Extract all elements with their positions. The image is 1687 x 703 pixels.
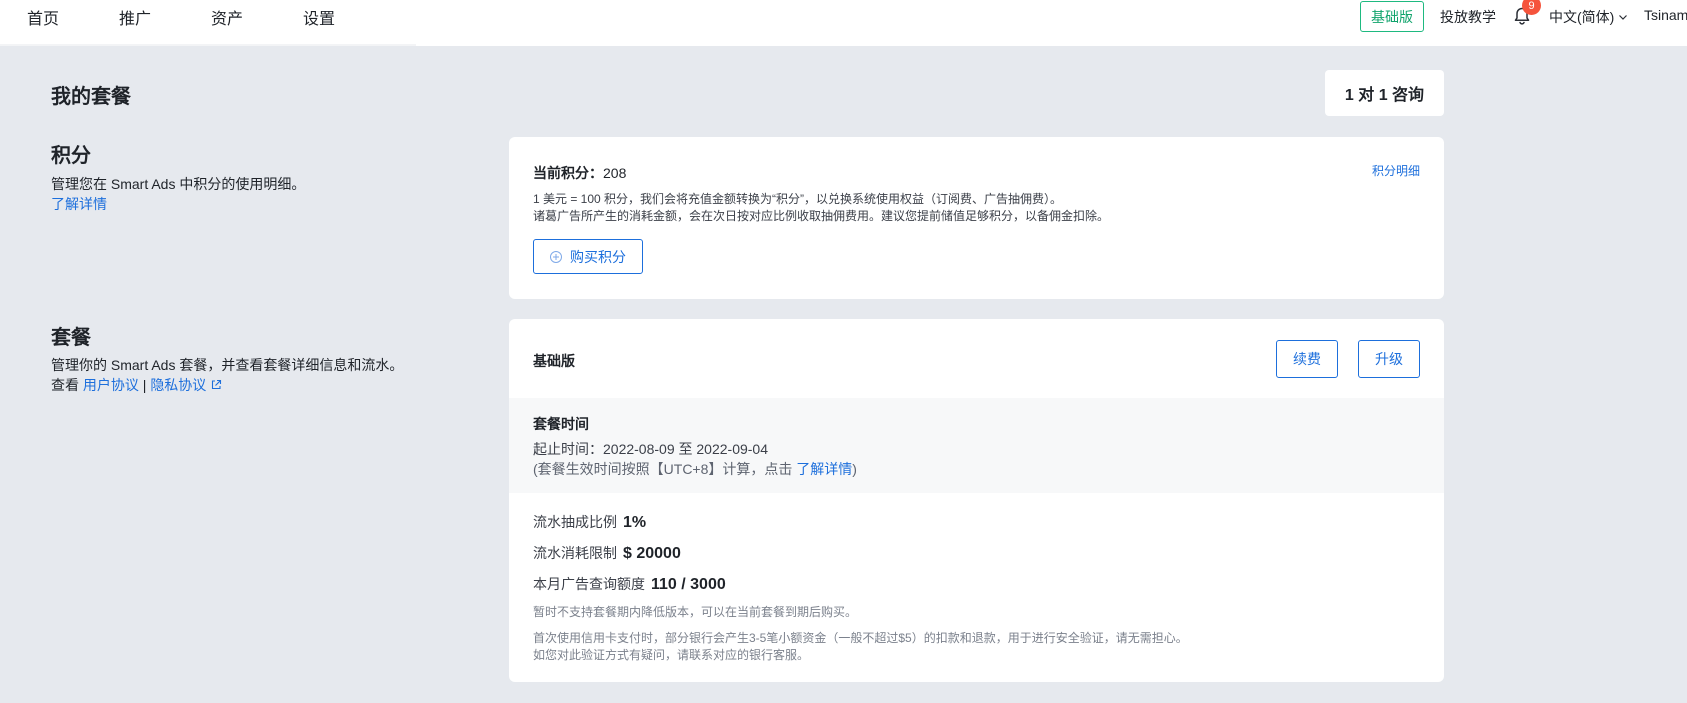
privacy-policy-link[interactable]: 隐私协议: [150, 377, 222, 393]
link-separator: |: [142, 377, 147, 393]
commission-rate: 流水抽成比例 1%: [533, 512, 646, 532]
points-desc-text: 管理您在 Smart Ads 中积分的使用明细。: [51, 176, 306, 192]
spend-limit-label: 流水消耗限制: [533, 545, 617, 561]
time-note-prefix: (套餐生效时间按照【UTC+8】计算，点击: [533, 461, 793, 477]
ad-query-quota: 本月广告查询额度 110 / 3000: [533, 574, 726, 594]
points-detail-link[interactable]: 积分明细: [1372, 162, 1420, 179]
commission-label: 流水抽成比例: [533, 514, 617, 530]
bank-contact-note: 如您对此验证方式有疑问，请联系对应的银行客服。: [533, 648, 810, 662]
user-name[interactable]: Tsinam: [1644, 7, 1687, 23]
points-learn-more-link[interactable]: 了解详情: [51, 194, 305, 214]
time-note-learn-more-link[interactable]: 了解详情: [796, 461, 852, 477]
points-section-title: 积分: [51, 145, 91, 167]
time-range-value: 2022-08-09 至 2022-09-04: [603, 441, 769, 457]
points-info-line-1: 1 美元 = 100 积分，我们会将充值金额转换为“积分”，以兑换系统使用权益（…: [533, 192, 1063, 206]
view-prefix: 查看: [51, 377, 79, 393]
buy-points-label: 购买积分: [570, 248, 626, 265]
plan-card: 基础版 续费 升级 套餐时间 起止时间：2022-08-09 至 2022-09…: [509, 319, 1444, 682]
plan-time-block: 套餐时间 起止时间：2022-08-09 至 2022-09-04 (套餐生效时…: [509, 398, 1444, 493]
plus-circle-icon: [550, 250, 562, 263]
buy-points-button[interactable]: 购买积分: [533, 239, 643, 274]
renew-button[interactable]: 续费: [1276, 340, 1338, 378]
top-navigation-bar: 首页 推广 资产 设置 基础版 投放教学 9 中文(简体) Tsinam: [0, 0, 1687, 46]
plan-name: 基础版: [533, 353, 575, 369]
nav-home[interactable]: 首页: [27, 5, 59, 29]
agreement-links: 查看 用户协议 | 隐私协议: [51, 375, 403, 395]
chevron-down-icon: [1619, 15, 1628, 20]
query-label: 本月广告查询额度: [533, 576, 645, 592]
upgrade-button[interactable]: 升级: [1358, 340, 1420, 378]
plan-time-range: 起止时间：2022-08-09 至 2022-09-04: [533, 439, 768, 459]
consult-button[interactable]: 1 对 1 咨询: [1325, 70, 1444, 116]
spend-limit-value: $ 20000: [623, 545, 681, 562]
nav-promotion[interactable]: 推广: [119, 5, 151, 29]
commission-value: 1%: [623, 514, 647, 531]
spend-limit: 流水消耗限制 $ 20000: [533, 543, 681, 563]
notification-count-badge: 9: [1522, 0, 1541, 15]
nav-divider: [0, 44, 416, 46]
nav-assets[interactable]: 资产: [211, 5, 243, 29]
points-card: 当前积分：208 积分明细 1 美元 = 100 积分，我们会将充值金额转换为“…: [509, 137, 1444, 299]
nav-settings[interactable]: 设置: [303, 5, 335, 29]
plan-badge[interactable]: 基础版: [1360, 1, 1424, 32]
current-points: 当前积分：208: [533, 163, 626, 183]
plan-time-title: 套餐时间: [533, 416, 589, 432]
time-note-suffix: ): [852, 461, 857, 477]
downgrade-note: 暂时不支持套餐期内降低版本，可以在当前套餐到期后购买。: [533, 605, 858, 619]
points-info-line-2: 诸葛广告所产生的消耗金额，会在次日按对应比例收取抽佣费用。建议您提前储值足够积分…: [533, 209, 1110, 223]
plan-time-note: (套餐生效时间按照【UTC+8】计算，点击 了解详情): [533, 459, 857, 479]
time-range-label: 起止时间：: [533, 441, 603, 457]
points-section-desc: 管理您在 Smart Ads 中积分的使用明细。 了解详情: [51, 174, 305, 214]
plan-section-desc: 管理你的 Smart Ads 套餐，并查看套餐详细信息和流水。 查看 用户协议 …: [51, 355, 403, 395]
user-agreement-link[interactable]: 用户协议: [83, 377, 139, 393]
privacy-policy-label: 隐私协议: [150, 377, 207, 393]
language-selector[interactable]: 中文(简体): [1549, 7, 1628, 27]
page-title: 我的套餐: [51, 86, 131, 108]
query-value: 110 / 3000: [651, 576, 726, 593]
plan-desc-text: 管理你的 Smart Ads 套餐，并查看套餐详细信息和流水。: [51, 357, 404, 373]
language-label: 中文(简体): [1549, 9, 1615, 25]
credit-card-note: 首次使用信用卡支付时，部分银行会产生3-5笔小额资金（一般不超过$5）的扣款和退…: [533, 631, 1188, 645]
current-points-value: 208: [603, 165, 627, 181]
external-link-icon: [212, 379, 222, 390]
plan-section-title: 套餐: [51, 327, 91, 349]
tutorial-link[interactable]: 投放教学: [1440, 7, 1496, 27]
current-points-label: 当前积分：: [533, 165, 603, 181]
